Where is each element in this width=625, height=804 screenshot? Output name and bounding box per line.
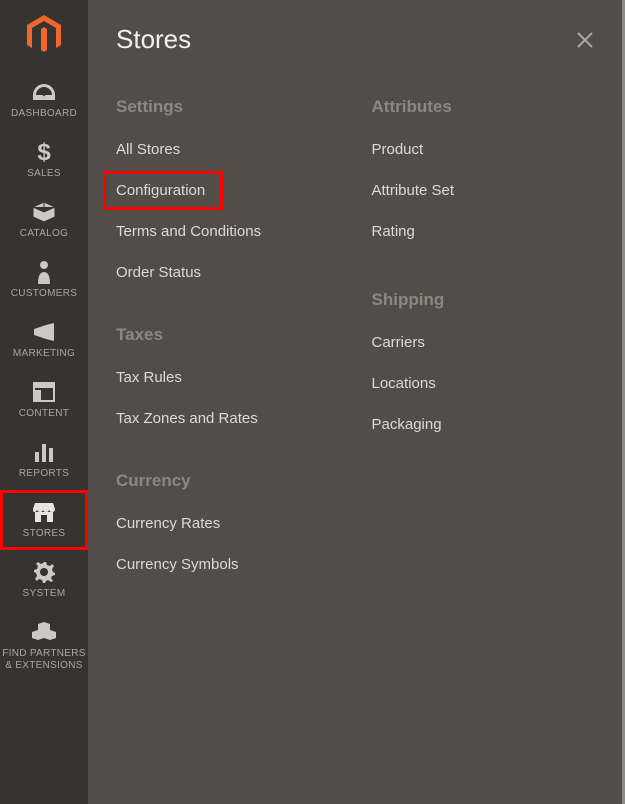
menu-configuration[interactable]: Configuration xyxy=(103,171,223,210)
section-heading: Settings xyxy=(116,97,342,117)
section-heading: Attributes xyxy=(372,97,598,117)
gear-icon xyxy=(30,560,58,584)
section-shipping: Shipping Carriers Locations Packaging xyxy=(372,290,598,433)
nav-partners[interactable]: FIND PARTNERS & EXTENSIONS xyxy=(0,610,88,682)
section-attributes: Attributes Product Attribute Set Rating xyxy=(372,97,598,240)
nav-label: CATALOG xyxy=(20,228,68,240)
close-icon xyxy=(576,31,594,49)
menu-carriers[interactable]: Carriers xyxy=(372,334,598,351)
menu-locations[interactable]: Locations xyxy=(372,375,598,392)
layout-icon xyxy=(30,380,58,404)
menu-currency-symbols[interactable]: Currency Symbols xyxy=(116,556,342,573)
menu-columns: Settings All Stores Configuration Terms … xyxy=(116,97,597,617)
nav-reports[interactable]: REPORTS xyxy=(0,430,88,490)
menu-currency-rates[interactable]: Currency Rates xyxy=(116,515,342,532)
nav-stores[interactable]: STORES xyxy=(0,490,88,550)
menu-packaging[interactable]: Packaging xyxy=(372,416,598,433)
section-currency: Currency Currency Rates Currency Symbols xyxy=(116,471,342,573)
svg-text:$: $ xyxy=(37,140,51,164)
section-heading: Currency xyxy=(116,471,342,491)
section-taxes: Taxes Tax Rules Tax Zones and Rates xyxy=(116,325,342,427)
menu-rating[interactable]: Rating xyxy=(372,223,598,240)
panel-header: Stores xyxy=(116,24,597,55)
menu-terms-conditions[interactable]: Terms and Conditions xyxy=(116,223,342,240)
nav-label: CUSTOMERS xyxy=(11,288,77,300)
nav-catalog[interactable]: CATALOG xyxy=(0,190,88,250)
panel-title: Stores xyxy=(116,24,191,55)
nav-label: SYSTEM xyxy=(23,588,66,600)
nav-label: DASHBOARD xyxy=(11,108,77,120)
nav-label: SALES xyxy=(27,168,61,180)
nav-label: MARKETING xyxy=(13,348,75,360)
section-heading: Taxes xyxy=(116,325,342,345)
box-icon xyxy=(30,200,58,224)
magento-logo[interactable] xyxy=(0,0,88,70)
store-icon xyxy=(30,500,58,524)
nav-system[interactable]: SYSTEM xyxy=(0,550,88,610)
nav-label: CONTENT xyxy=(19,408,69,420)
nav-label: REPORTS xyxy=(19,468,69,480)
menu-tax-rules[interactable]: Tax Rules xyxy=(116,369,342,386)
column-right: Attributes Product Attribute Set Rating … xyxy=(372,97,598,617)
nav-content[interactable]: CONTENT xyxy=(0,370,88,430)
admin-sidebar: DASHBOARD $ SALES CATALOG CUSTOMERS MARK… xyxy=(0,0,88,804)
menu-product[interactable]: Product xyxy=(372,141,598,158)
menu-order-status[interactable]: Order Status xyxy=(116,264,342,281)
magento-logo-icon xyxy=(27,15,61,55)
dollar-icon: $ xyxy=(30,140,58,164)
column-left: Settings All Stores Configuration Terms … xyxy=(116,97,342,617)
nav-sales[interactable]: $ SALES xyxy=(0,130,88,190)
stores-panel: Stores Settings All Stores Configuration… xyxy=(88,0,625,804)
nav-label: STORES xyxy=(23,528,66,540)
person-icon xyxy=(30,260,58,284)
dashboard-icon xyxy=(30,80,58,104)
megaphone-icon xyxy=(30,320,58,344)
section-heading: Shipping xyxy=(372,290,598,310)
bars-icon xyxy=(30,440,58,464)
nav-marketing[interactable]: MARKETING xyxy=(0,310,88,370)
close-button[interactable] xyxy=(573,28,597,52)
blocks-icon xyxy=(30,620,58,644)
menu-all-stores[interactable]: All Stores xyxy=(116,141,342,158)
section-settings: Settings All Stores Configuration Terms … xyxy=(116,97,342,281)
nav-dashboard[interactable]: DASHBOARD xyxy=(0,70,88,130)
menu-tax-zones-rates[interactable]: Tax Zones and Rates xyxy=(116,410,342,427)
nav-label: FIND PARTNERS & EXTENSIONS xyxy=(2,648,86,672)
nav-customers[interactable]: CUSTOMERS xyxy=(0,250,88,310)
menu-attribute-set[interactable]: Attribute Set xyxy=(372,182,598,199)
